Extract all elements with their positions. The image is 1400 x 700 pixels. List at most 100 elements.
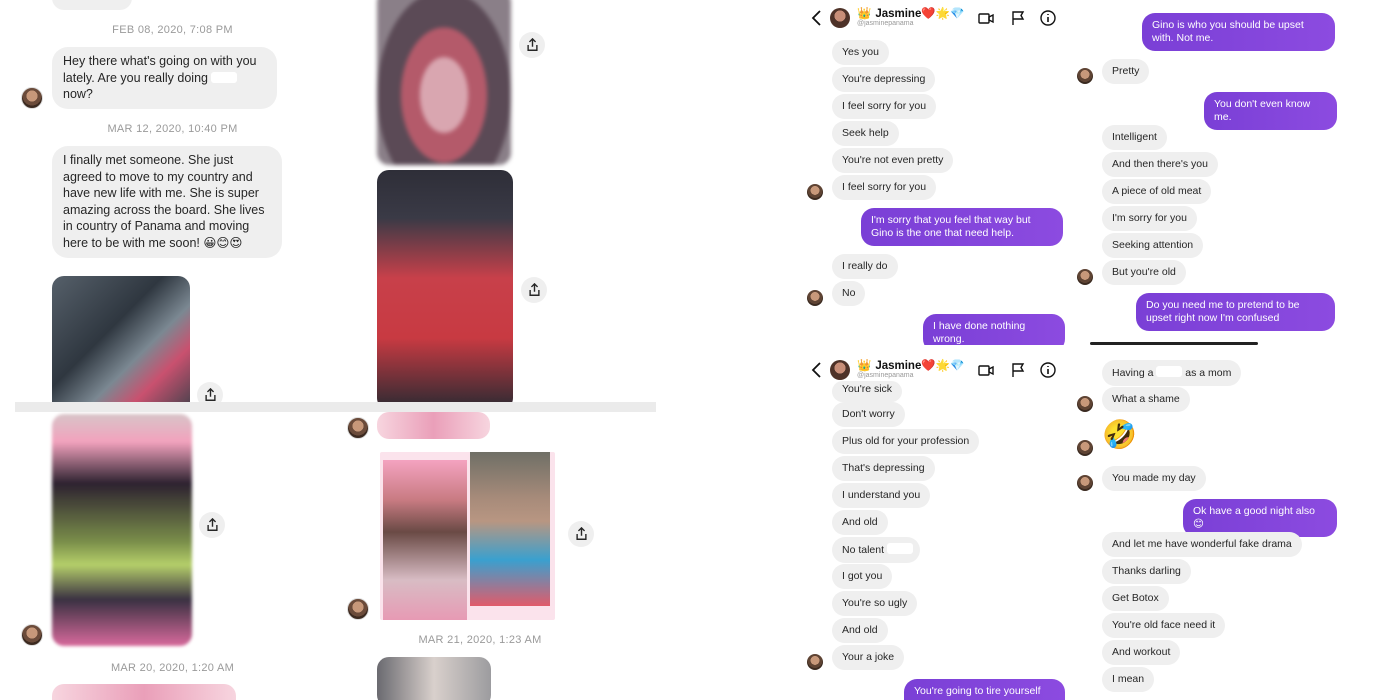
received-message: A piece of old meat bbox=[1102, 179, 1212, 204]
info-icon[interactable] bbox=[1040, 10, 1056, 26]
shared-photo[interactable] bbox=[377, 412, 490, 439]
received-message: I feel sorry for you bbox=[832, 175, 937, 200]
screenshot-collage: FEB 08, 2020, 7:08 PM Hey there what's g… bbox=[0, 0, 1400, 700]
shared-photo[interactable] bbox=[52, 684, 236, 700]
sent-message: I'm sorry that you feel that way but Gin… bbox=[861, 208, 1063, 246]
share-icon bbox=[204, 388, 216, 401]
share-icon bbox=[575, 527, 587, 540]
received-message: Your a joke bbox=[832, 645, 905, 670]
received-message: You're old face need it bbox=[1102, 613, 1226, 638]
shared-photo[interactable] bbox=[52, 414, 192, 646]
timestamp: FEB 08, 2020, 7:08 PM bbox=[112, 24, 233, 36]
received-message: Yes you bbox=[832, 40, 889, 65]
redaction bbox=[211, 71, 238, 83]
shared-photo[interactable] bbox=[377, 657, 491, 700]
received-message: And let me have wonderful fake drama bbox=[1102, 532, 1302, 557]
share-button[interactable] bbox=[519, 32, 545, 58]
contact-handle: @jasminepanama bbox=[857, 372, 914, 379]
received-message: And old bbox=[832, 510, 888, 535]
divider bbox=[15, 402, 656, 412]
dm-panel-1: FEB 08, 2020, 7:08 PM Hey there what's g… bbox=[15, 0, 330, 402]
avatar bbox=[347, 417, 369, 439]
avatar bbox=[347, 598, 369, 620]
photo-right bbox=[470, 452, 550, 606]
info-icon[interactable] bbox=[1040, 362, 1056, 378]
shared-photo[interactable] bbox=[52, 276, 190, 402]
photo-left bbox=[383, 460, 467, 620]
received-message: I really do bbox=[832, 254, 898, 279]
received-message: I understand you bbox=[832, 483, 931, 508]
ig-chat-panel-1: 👑 Jasmine❤️🌟💎 @jasminepanama Yes you You… bbox=[805, 0, 1065, 345]
sent-message: You don't even know me. bbox=[1204, 92, 1337, 130]
dm-panel-3: MAR 20, 2020, 1:20 AM bbox=[15, 412, 330, 700]
flag-icon[interactable] bbox=[1010, 362, 1026, 378]
received-message: That's depressing bbox=[832, 456, 935, 481]
sent-message: You're going to tire yourself out bbox=[904, 679, 1065, 700]
contact-avatar[interactable] bbox=[830, 8, 850, 28]
share-button[interactable] bbox=[199, 512, 225, 538]
avatar bbox=[807, 654, 823, 670]
timestamp: MAR 21, 2020, 1:23 AM bbox=[418, 634, 542, 646]
message-text: now? bbox=[63, 87, 93, 102]
video-camera-icon[interactable] bbox=[978, 362, 994, 378]
message-bubble bbox=[52, 0, 132, 10]
share-icon bbox=[206, 518, 218, 531]
emoji-text: 😀😊😍 bbox=[203, 234, 243, 250]
ig-chat-panel-4: Having a as a mom What a shame 🤣 You mad… bbox=[1072, 352, 1337, 700]
received-message: You're sick bbox=[832, 381, 903, 402]
received-message: You're not even pretty bbox=[832, 148, 954, 173]
shared-photo[interactable] bbox=[377, 0, 511, 165]
dm-panel-2 bbox=[340, 0, 656, 402]
sent-message: Do you need me to pretend to be upset ri… bbox=[1136, 293, 1335, 331]
received-message: No talent bbox=[832, 537, 920, 563]
received-message: You're depressing bbox=[832, 67, 936, 92]
chat-header: 👑 Jasmine❤️🌟💎 @jasminepanama bbox=[805, 0, 1065, 36]
received-message: And old bbox=[832, 618, 888, 643]
share-button[interactable] bbox=[197, 382, 223, 402]
received-message: Get Botox bbox=[1102, 586, 1169, 611]
received-message: Seek help bbox=[832, 121, 899, 146]
received-message: No bbox=[832, 281, 866, 306]
contact-name[interactable]: 👑 Jasmine❤️🌟💎 bbox=[857, 358, 964, 372]
timestamp: MAR 20, 2020, 1:20 AM bbox=[110, 662, 235, 674]
message-bubble: I finally met someone. She just agreed t… bbox=[52, 146, 282, 258]
share-icon bbox=[526, 38, 538, 51]
avatar bbox=[1077, 440, 1093, 456]
ig-chat-panel-2: Gino is who you should be upset with. No… bbox=[1072, 0, 1337, 345]
avatar bbox=[1077, 396, 1093, 412]
received-message: But you're old bbox=[1102, 260, 1186, 285]
received-message: And workout bbox=[1102, 640, 1181, 665]
redaction bbox=[886, 543, 913, 554]
received-message: And then there's you bbox=[1102, 152, 1218, 177]
share-button[interactable] bbox=[568, 521, 594, 547]
received-message: Pretty bbox=[1102, 59, 1150, 84]
avatar bbox=[1077, 475, 1093, 491]
shared-photo[interactable] bbox=[377, 170, 513, 402]
contact-handle: @jasminepanama bbox=[857, 20, 914, 27]
received-message: Thanks darling bbox=[1102, 559, 1191, 584]
collage-photo[interactable] bbox=[380, 452, 555, 620]
received-message: I'm sorry for you bbox=[1102, 206, 1197, 231]
back-chevron-icon[interactable] bbox=[809, 361, 825, 379]
avatar bbox=[1077, 68, 1093, 84]
avatar bbox=[21, 87, 43, 109]
timestamp: MAR 12, 2020, 10:40 PM bbox=[107, 123, 238, 135]
message-text: No talent bbox=[842, 544, 885, 556]
flag-icon[interactable] bbox=[1010, 10, 1026, 26]
message-bubble: Hey there what's going on with you latel… bbox=[52, 47, 277, 109]
sent-message: I have done nothing wrong. bbox=[923, 314, 1065, 345]
received-message: I feel sorry for you bbox=[832, 94, 937, 119]
avatar bbox=[21, 624, 43, 646]
received-message: I mean bbox=[1102, 667, 1155, 692]
video-camera-icon[interactable] bbox=[978, 10, 994, 26]
message-text: Having a bbox=[1112, 367, 1154, 379]
contact-name[interactable]: 👑 Jasmine❤️🌟💎 bbox=[857, 6, 964, 20]
share-icon bbox=[528, 283, 540, 296]
back-chevron-icon[interactable] bbox=[809, 9, 825, 27]
received-message: You made my day bbox=[1102, 466, 1206, 491]
share-button[interactable] bbox=[521, 277, 547, 303]
received-message: What a shame bbox=[1102, 387, 1190, 412]
avatar bbox=[807, 184, 823, 200]
ig-chat-panel-3: 👑 Jasmine❤️🌟💎 @jasminepanama You're sick… bbox=[805, 352, 1065, 700]
contact-avatar[interactable] bbox=[830, 360, 850, 380]
